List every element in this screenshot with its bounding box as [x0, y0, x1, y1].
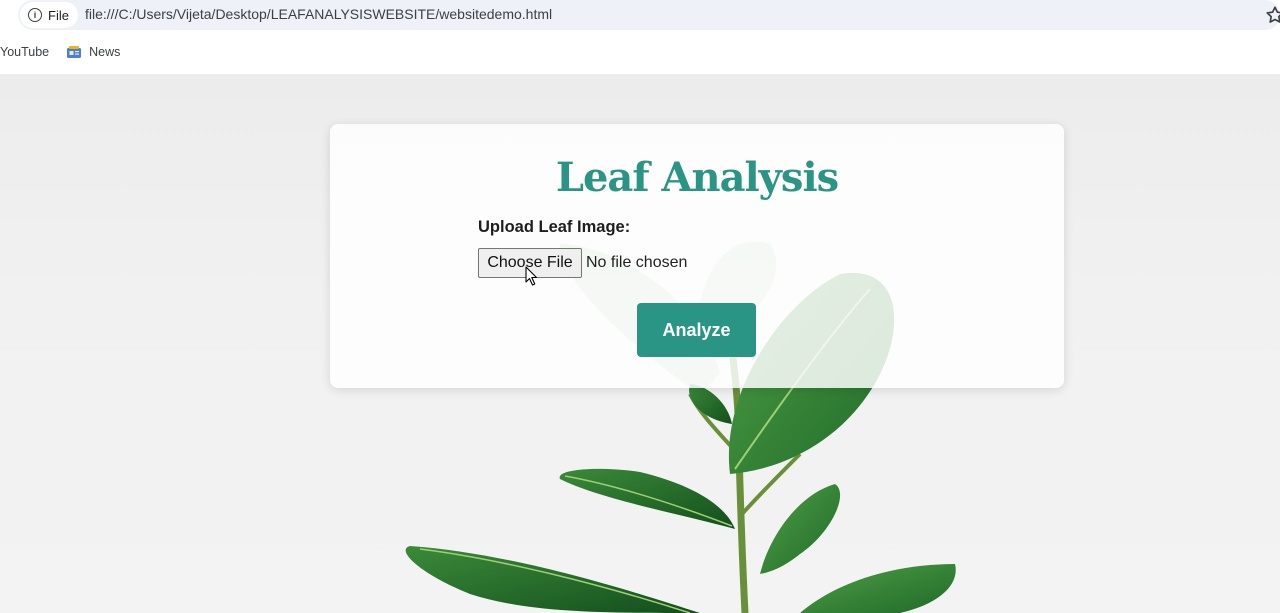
info-icon: i — [28, 8, 42, 22]
bookmark-youtube[interactable]: YouTube — [0, 45, 49, 59]
bookmark-star-icon[interactable] — [1264, 4, 1280, 26]
bookmark-label: YouTube — [0, 45, 50, 59]
upload-label: Upload Leaf Image: — [478, 218, 631, 236]
url-text[interactable]: file:///C:/Users/Vijeta/Desktop/LEAFANAL… — [85, 6, 552, 22]
analyze-button[interactable]: Analyze — [637, 303, 756, 357]
bookmark-label: News — [89, 45, 121, 59]
bookmark-news[interactable]: News — [67, 45, 120, 59]
file-chip-label: File — [48, 7, 69, 23]
site-info-chip[interactable]: i File — [20, 2, 78, 28]
address-bar[interactable]: i File file:///C:/Users/Vijeta/Desktop/L… — [18, 0, 1280, 30]
browser-chrome: i File file:///C:/Users/Vijeta/Desktop/L… — [0, 0, 1280, 74]
news-icon — [67, 46, 82, 58]
file-status-text: No file chosen — [586, 254, 688, 271]
bookmarks-bar: YouTube News — [0, 40, 120, 64]
mouse-cursor-icon — [525, 266, 538, 286]
page-title: Leaf Analysis — [555, 154, 839, 201]
page-body: Leaf Analysis Upload Leaf Image: Choose … — [0, 74, 1280, 613]
upload-card: Leaf Analysis Upload Leaf Image: Choose … — [330, 124, 1064, 388]
